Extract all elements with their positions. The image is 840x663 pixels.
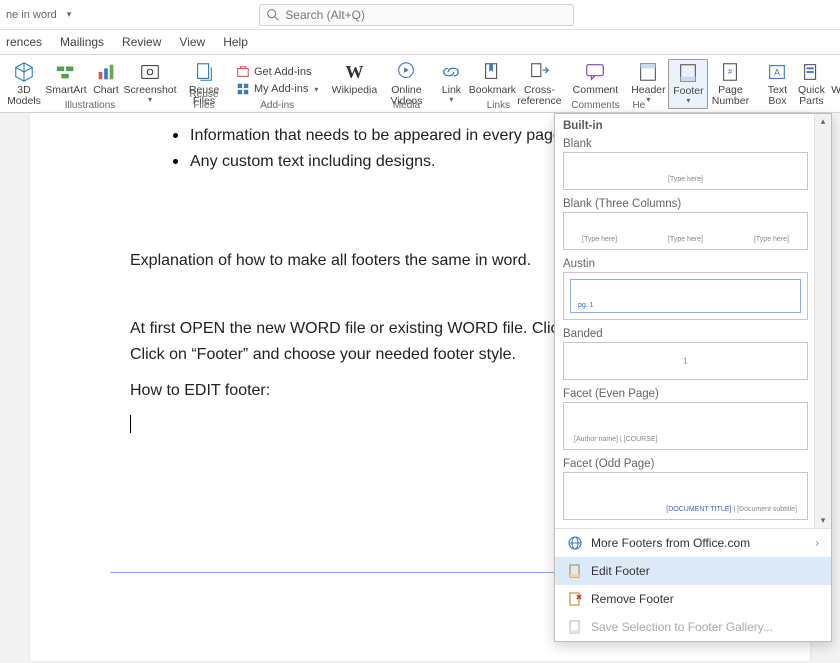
window-title-fragment: ne in word [6,9,57,21]
gallery-scrollbar[interactable]: ▴ ▾ [814,114,831,528]
reuse-files-icon [193,61,215,83]
chevron-down-icon: ▾ [314,85,318,94]
gallery-item-label: Blank (Three Columns) [563,196,808,212]
edit-footer-icon [567,563,583,579]
video-icon [395,61,417,83]
group-label-links: Links [434,100,562,111]
gallery-item-banded[interactable]: 1 [563,342,808,380]
wikipedia-icon: W [343,61,365,83]
tab-mailings[interactable]: Mailings [60,31,104,53]
group-label-addins: Add-ins [232,100,322,111]
text-box-button[interactable]: A Text Box [760,59,794,109]
ribbon: 3D Models SmartArt Chart Screenshot ▾ Il… [0,55,840,113]
remove-footer[interactable]: Remove Footer [555,585,831,613]
get-addins-button[interactable]: Get Add-ins [234,64,320,80]
chevron-down-icon[interactable]: ▾ [67,9,72,20]
gallery-item-label: Banded [563,326,808,342]
group-addins: Get Add-ins My Add-ins ▾ Add-ins [232,55,322,112]
remove-footer-icon [567,591,583,607]
globe-icon [567,535,583,551]
group-media: Online Videos Media [386,55,426,112]
link-icon [440,61,462,83]
group-label-reuse: Reuse Files [184,89,224,111]
smartart-icon [55,61,77,83]
group-comments: Comment Comments [570,55,620,112]
search-placeholder: Search (Alt+Q) [285,8,365,22]
group-wikipedia: W Wikipedia [330,55,378,112]
quick-parts-icon [800,61,822,83]
gallery-item-label: Blank [563,136,808,152]
footer-icon [677,62,699,84]
screenshot-icon [139,61,161,83]
save-selection-footer-gallery: Save Selection to Footer Gallery... [555,613,831,641]
chevron-right-icon: › [816,538,819,549]
tab-view[interactable]: View [179,31,205,53]
chart-icon [95,61,117,83]
quick-parts-button[interactable]: Quick Parts [794,59,828,109]
group-reuse-files: Reuse Files Reuse Files [184,55,224,112]
header-icon [637,61,659,83]
gallery-item-label: Austin [563,256,808,272]
crossref-icon [528,61,550,83]
gallery-item-austin[interactable]: pg. 1 [563,272,808,320]
page-number-icon: # [719,61,741,83]
gallery-item-label: Facet (Even Page) [563,386,808,402]
my-addins-button[interactable]: My Add-ins ▾ [234,81,320,97]
group-text: A Text Box Quick Parts A WordArt ▾ A Dro… [760,55,840,112]
gallery-item-blank-3col[interactable]: [Type here] [Type here] [Type here] [563,212,808,250]
text-cursor [130,415,131,433]
group-label-comments: Comments [570,100,620,111]
scroll-down-icon[interactable]: ▾ [821,515,826,526]
edit-footer[interactable]: Edit Footer [555,557,831,585]
group-links: Link ▾ Bookmark Cross- reference Links [434,55,562,112]
wordart-button[interactable]: A WordArt ▾ [828,59,840,109]
gallery-item-blank[interactable]: [Type here] [563,152,808,190]
search-icon [266,8,279,21]
ribbon-tabs: rences Mailings Review View Help [0,30,840,55]
svg-text:#: # [728,67,733,76]
group-label-media: Media [386,100,426,111]
group-label-header-footer: He [632,100,752,111]
svg-text:A: A [774,68,781,78]
comment-button[interactable]: Comment [570,59,620,98]
addins-icon [236,82,250,96]
gallery-item-facet-even[interactable]: [Author name] | [COURSE] [563,402,808,450]
gallery-section-builtin: Built-in [563,118,808,136]
gallery-item-facet-odd[interactable]: [DOCUMENT TITLE] | [Document subtitle] [563,472,808,520]
search-input[interactable]: Search (Alt+Q) [259,4,574,26]
group-illustrations: 3D Models SmartArt Chart Screenshot ▾ Il… [4,55,176,112]
comment-icon [584,61,606,83]
title-bar: ne in word ▾ Search (Alt+Q) [0,0,840,30]
tab-review[interactable]: Review [122,31,161,53]
tab-help[interactable]: Help [223,31,248,53]
group-label-illustrations: Illustrations [4,100,176,111]
more-footers-office[interactable]: More Footers from Office.com › [555,529,831,557]
text-box-icon: A [766,61,788,83]
bookmark-icon [481,61,503,83]
store-icon [236,65,250,79]
footer-gallery-dropdown: Built-in Blank [Type here] Blank (Three … [554,113,832,642]
gallery-item-label: Facet (Odd Page) [563,456,808,472]
cube-icon [13,61,35,83]
group-header-footer: Header ▾ Footer ▾ # Page Number He [628,55,752,112]
tab-references[interactable]: rences [6,31,42,53]
scroll-up-icon[interactable]: ▴ [821,116,826,127]
wikipedia-button[interactable]: W Wikipedia [330,59,378,98]
save-gallery-icon [567,619,583,635]
